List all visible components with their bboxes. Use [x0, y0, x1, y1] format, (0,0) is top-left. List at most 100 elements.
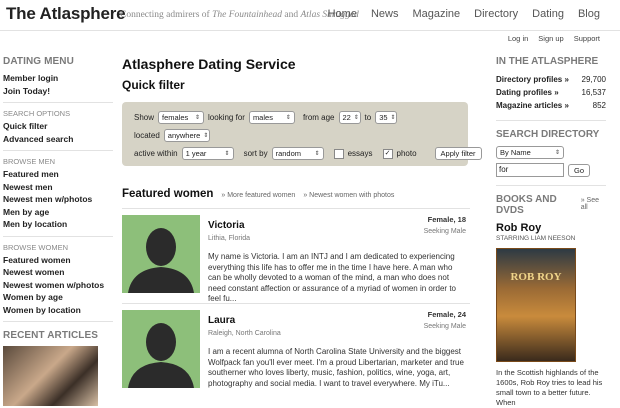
featured-header: Featured women » More featured women » N… — [122, 188, 470, 200]
featured-women-title: Featured women — [122, 188, 214, 200]
browse-men-label: Browse Men — [3, 157, 56, 166]
show-select[interactable]: females ⇕ — [158, 111, 205, 124]
profile-info: Laura Raleigh, North Carolina Female, 24… — [208, 310, 466, 394]
see-all-link[interactable]: » See all — [581, 197, 606, 211]
active-within-select[interactable]: 1 year ⇕ — [181, 147, 234, 160]
movie-poster[interactable]: ROB ROY — [496, 248, 576, 362]
right-sidebar: In the Atlasphere Directory profiles » 29… — [496, 56, 606, 408]
updown-arrow-icon: ⇕ — [224, 151, 230, 157]
newest-men-link[interactable]: Newest men — [3, 181, 113, 194]
age-to-select[interactable]: 35 ⇕ — [375, 111, 398, 124]
newest-photos-link[interactable]: » Newest women with photos — [303, 192, 394, 199]
top-bar: The Atlasphere Connecting admirers of Th… — [0, 0, 620, 31]
updown-arrow-icon: ⇕ — [285, 115, 291, 121]
age-from-select[interactable]: 22 ⇕ — [338, 111, 361, 124]
newest-women-link[interactable]: Newest women — [3, 266, 113, 279]
profile-meta: Female, 24 Seeking Male — [424, 310, 466, 330]
profile-info: Victoria Lithia, Florida Female, 18 Seek… — [208, 215, 466, 303]
search-row: for Go — [496, 163, 606, 177]
support-link[interactable]: Support — [574, 34, 600, 43]
search-input[interactable]: for — [496, 163, 564, 177]
in-the-atlasphere-title: In the Atlasphere — [496, 56, 599, 67]
book-title[interactable]: Rob Roy — [496, 222, 606, 234]
page-title: Atlasphere Dating Service — [122, 56, 296, 72]
location-select[interactable]: anywhere ⇕ — [163, 129, 210, 142]
updown-arrow-icon: ⇕ — [203, 133, 209, 139]
profile-location: Lithia, Florida — [208, 235, 251, 242]
left-sidebar: Dating Menu Member login Join Today! Sea… — [3, 56, 113, 406]
search-type-select[interactable]: By Name ⇕ — [496, 146, 564, 159]
recent-article-image[interactable] — [3, 346, 98, 406]
featured-women-link[interactable]: Featured women — [3, 254, 113, 267]
filter-row-2: located anywhere ⇕ — [134, 129, 210, 142]
stat-row[interactable]: Magazine articles » 852 — [496, 99, 606, 112]
nav-directory[interactable]: Directory — [474, 8, 518, 20]
site-logo[interactable]: The Atlasphere — [6, 4, 126, 24]
tagline: Connecting admirers of The Fountainhead … — [120, 10, 359, 20]
profile-meta: Female, 18 Seeking Male — [424, 215, 466, 235]
photo-checkbox[interactable]: ✓ — [382, 148, 393, 159]
main-content: Atlasphere Dating Service Quick filter S… — [122, 56, 482, 394]
apply-filter-button[interactable]: Apply filter — [434, 147, 482, 160]
filter-row-1: Show females ⇕ looking for males ⇕ from ag… — [134, 111, 398, 124]
quick-filter-box: Show females ⇕ looking for males ⇕ from ag… — [122, 102, 482, 166]
profile-seeking: Seeking Male — [423, 228, 466, 235]
divider — [496, 120, 606, 121]
nav-blog[interactable]: Blog — [578, 8, 600, 20]
stat-row[interactable]: Dating profiles » 16,537 — [496, 86, 606, 99]
updown-arrow-icon: ⇕ — [353, 115, 359, 121]
profile-photo-placeholder[interactable] — [122, 215, 200, 293]
profile-location: Raleigh, North Carolina — [208, 330, 281, 337]
advanced-search-link[interactable]: Advanced search — [3, 133, 113, 146]
profile-photo-placeholder[interactable] — [122, 310, 200, 388]
men-by-location-link[interactable]: Men by location — [3, 218, 113, 231]
profile-name[interactable]: Laura — [208, 315, 235, 326]
member-login-link[interactable]: Member login — [3, 72, 113, 85]
account-nav: Log in Sign up Support — [508, 34, 600, 43]
profile-description: I am a recent alumna of North Carolina S… — [208, 347, 464, 388]
browse-women-label: Browse Women — [3, 242, 68, 252]
stat-row[interactable]: Directory profiles » 29,700 — [496, 73, 606, 86]
login-link[interactable]: Log in — [508, 34, 528, 43]
profile-card[interactable]: Victoria Lithia, Florida Female, 18 Seek… — [122, 215, 470, 303]
profile-seeking: Seeking Male — [423, 323, 466, 330]
nav-magazine[interactable]: Magazine — [412, 8, 460, 20]
search-options-label: Search Options — [3, 109, 71, 118]
nav-home[interactable]: Home — [328, 8, 357, 20]
divider — [3, 150, 113, 151]
profile-name[interactable]: Victoria — [208, 220, 245, 231]
looking-for-select[interactable]: males ⇕ — [248, 111, 295, 124]
main-nav: Home News Magazine Directory Dating Blog — [328, 8, 600, 20]
silhouette-icon — [128, 323, 194, 388]
nav-news[interactable]: News — [371, 8, 399, 20]
updown-arrow-icon: ⇕ — [194, 115, 201, 121]
sort-by-select[interactable]: random ⇕ — [271, 147, 324, 160]
quick-filter-heading: Quick filter — [122, 78, 185, 92]
quick-filter-link[interactable]: Quick filter — [3, 120, 113, 133]
poster-title: ROB ROY — [510, 271, 562, 283]
women-by-age-link[interactable]: Women by age — [3, 291, 113, 304]
divider — [3, 235, 113, 237]
books-header: Books and DVDs » See all — [496, 194, 606, 216]
updown-arrow-icon: ⇕ — [390, 115, 396, 121]
go-button[interactable]: Go — [568, 163, 591, 177]
signup-link[interactable]: Sign up — [538, 34, 563, 43]
profile-gender-age: Female, 24 — [427, 310, 466, 319]
silhouette-icon — [128, 228, 194, 293]
filter-row-3: active within 1 year ⇕ sort by random ⇕ es… — [134, 147, 482, 160]
divider — [496, 185, 606, 186]
essays-checkbox[interactable] — [333, 148, 344, 159]
divider — [3, 102, 113, 103]
nav-dating[interactable]: Dating — [532, 8, 564, 20]
divider — [3, 321, 113, 322]
more-featured-link[interactable]: » More featured women — [221, 192, 295, 199]
newest-men-photos-link[interactable]: Newest men w/photos — [3, 193, 113, 206]
featured-men-link[interactable]: Featured men — [3, 168, 113, 181]
book-description: In the Scottish highlands of the 1600s, … — [496, 368, 603, 407]
profile-card[interactable]: Laura Raleigh, North Carolina Female, 24… — [122, 310, 470, 394]
women-by-location-link[interactable]: Women by location — [3, 304, 113, 317]
newest-women-photos-link[interactable]: Newest women w/photos — [3, 279, 113, 292]
men-by-age-link[interactable]: Men by age — [3, 206, 113, 219]
recent-articles-title: Recent Articles — [3, 330, 99, 341]
join-today-link[interactable]: Join Today! — [3, 85, 113, 98]
